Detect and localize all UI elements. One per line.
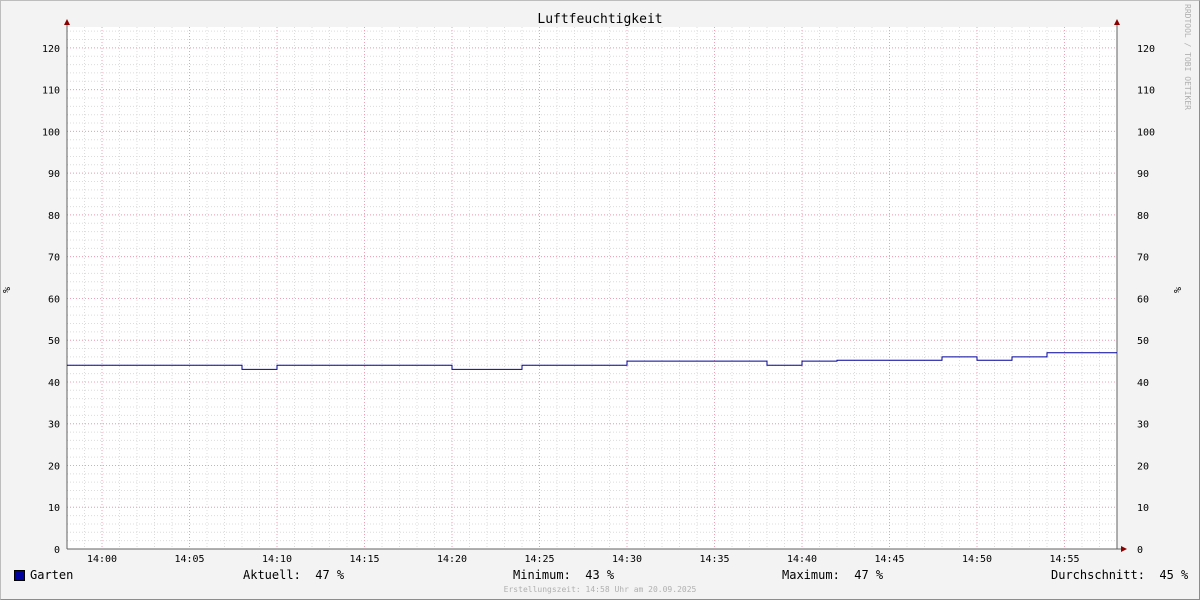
legend-current-value: 47 % xyxy=(315,568,345,582)
legend-swatch-garten xyxy=(14,570,25,581)
y-tick-label-right: 120 xyxy=(1137,44,1155,55)
x-tick-label: 14:40 xyxy=(787,554,817,565)
y-tick-label-left: 110 xyxy=(42,86,60,97)
y-tick-label-right: 50 xyxy=(1137,336,1149,347)
minor-grid xyxy=(66,27,1118,550)
y-tick-label-right: 60 xyxy=(1137,294,1149,305)
y-tick-label-right: 80 xyxy=(1137,211,1149,222)
y-tick-label-right: 70 xyxy=(1137,253,1149,264)
x-tick-label: 14:20 xyxy=(437,554,467,565)
x-tick-label: 14:55 xyxy=(1049,554,1079,565)
y-axis-label-left: % xyxy=(2,287,13,293)
y-tick-label-left: 120 xyxy=(42,44,60,55)
legend-avg-label: Durchschnitt: xyxy=(1051,568,1145,582)
legend-avg: Durchschnitt: 45 % xyxy=(1051,568,1188,582)
y-axis-arrow-right xyxy=(1114,19,1120,25)
y-tick-label-right: 30 xyxy=(1137,420,1149,431)
x-ticks: 14:00 14:05 14:10 14:15 14:20 14:25 14:30 14:35… xyxy=(87,554,1080,565)
legend-current-label: Aktuell: xyxy=(243,568,301,582)
legend-max: Maximum: 47 % xyxy=(782,568,883,582)
y-tick-label-right: 90 xyxy=(1137,169,1149,180)
y-tick-label-left: 90 xyxy=(48,169,60,180)
y-ticks-left: 0 10 20 30 40 50 60 70 80 90 100 110 120 xyxy=(42,44,60,556)
legend-min-label: Minimum: xyxy=(513,568,571,582)
y-tick-label-left: 30 xyxy=(48,420,60,431)
x-tick-label: 14:15 xyxy=(349,554,379,565)
y-tick-label-left: 20 xyxy=(48,461,60,472)
y-tick-label-left: 60 xyxy=(48,294,60,305)
y-tick-label-left: 0 xyxy=(54,545,60,556)
creation-time-footer: Erstellungszeit: 14:58 Uhr am 20.09.2025 xyxy=(503,585,697,594)
y-tick-label-right: 100 xyxy=(1137,127,1155,138)
x-tick-label: 14:25 xyxy=(524,554,554,565)
x-tick-label: 14:45 xyxy=(874,554,904,565)
y-tick-label-right: 40 xyxy=(1137,378,1149,389)
y-axis-arrow-left xyxy=(64,19,70,25)
y-ticks-right: 0 10 20 30 40 50 60 70 80 90 100 110 120 xyxy=(1137,44,1155,556)
y-axis-label-right: % xyxy=(1173,287,1184,293)
legend-min-value: 43 % xyxy=(585,568,615,582)
y-tick-label-left: 100 xyxy=(42,127,60,138)
x-tick-label: 14:50 xyxy=(962,554,992,565)
chart: 0 10 20 30 40 50 60 70 80 90 100 110 120 0 10 20 30 40 50… xyxy=(2,12,1184,565)
x-tick-label: 14:35 xyxy=(699,554,729,565)
y-tick-label-left: 70 xyxy=(48,253,60,264)
y-tick-label-left: 40 xyxy=(48,378,60,389)
y-tick-label-left: 80 xyxy=(48,211,60,222)
legend-max-label: Maximum: xyxy=(782,568,840,582)
y-tick-label-right: 0 xyxy=(1137,545,1143,556)
legend-max-value: 47 % xyxy=(854,568,884,582)
y-tick-label-right: 20 xyxy=(1137,461,1149,472)
y-tick-label-right: 10 xyxy=(1137,503,1149,514)
y-tick-label-left: 10 xyxy=(48,503,60,514)
x-tick-label: 14:00 xyxy=(87,554,117,565)
legend-current: Aktuell: 47 % xyxy=(243,568,344,582)
chart-title: Luftfeuchtigkeit xyxy=(537,12,662,27)
legend-avg-value: 45 % xyxy=(1159,568,1189,582)
x-tick-label: 14:05 xyxy=(174,554,204,565)
y-tick-label-right: 110 xyxy=(1137,86,1155,97)
x-tick-label: 14:10 xyxy=(262,554,292,565)
legend-series-name: Garten xyxy=(30,568,74,582)
legend-min: Minimum: 43 % xyxy=(513,568,614,582)
y-tick-label-left: 50 xyxy=(48,336,60,347)
rrdtool-watermark: RRDTOOL / TOBI OETIKER xyxy=(1183,4,1192,110)
x-tick-label: 14:30 xyxy=(612,554,642,565)
x-axis-arrow xyxy=(1121,546,1127,552)
